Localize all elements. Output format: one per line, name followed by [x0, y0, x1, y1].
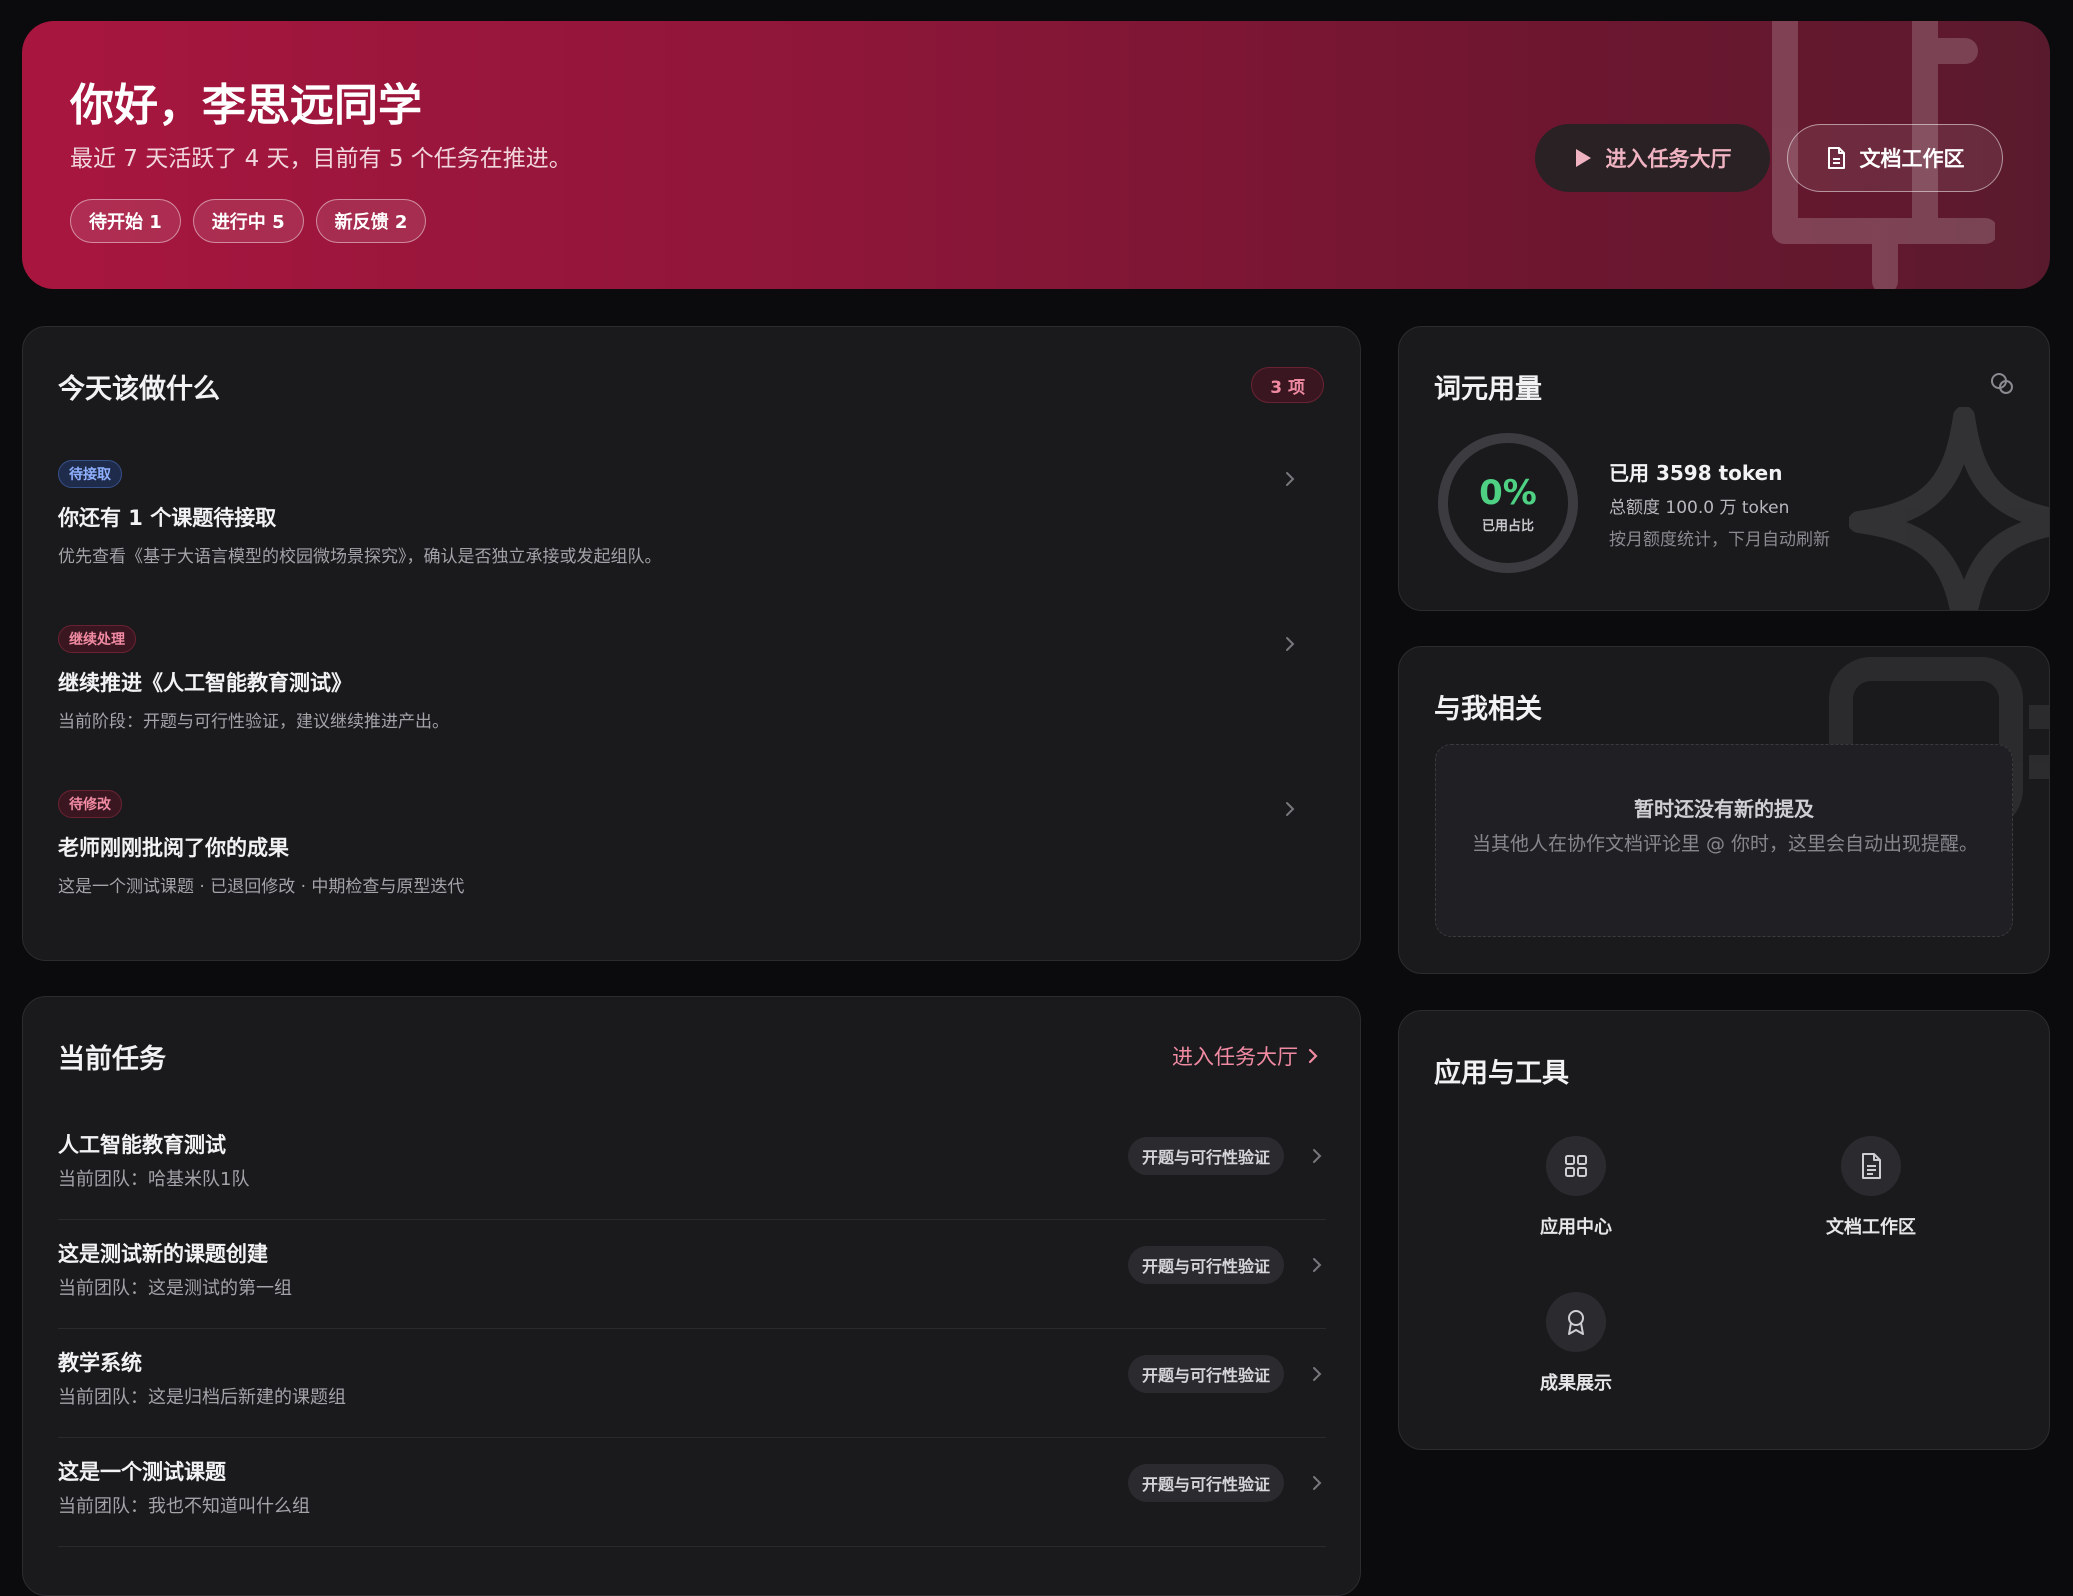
todo-title: 老师刚刚批阅了你的成果 [58, 836, 289, 860]
today-todo-card: 今天该做什么 3 项 待接取 你还有 1 个课题待接取 优先查看《基于大语言模型… [22, 326, 1361, 961]
current-tasks-card: 当前任务 进入任务大厅 人工智能教育测试 当前团队：哈基米队1队 开题与可行性验… [22, 996, 1361, 1596]
phase-badge: 开题与可行性验证 [1127, 1464, 1284, 1502]
todo-tag: 待接取 [58, 460, 122, 488]
empty-state-title: 暂时还没有新的提及 [1634, 797, 1814, 821]
task-row[interactable]: 这是一个测试课题 当前团队：我也不知道叫什么组 开题与可行性验证 [58, 1438, 1326, 1547]
welcome-banner: 你好，李思远同学 最近 7 天活跃了 4 天，目前有 5 个任务在推进。 待开始… [22, 21, 2050, 289]
todo-title: 你还有 1 个课题待接取 [58, 506, 277, 530]
enter-task-hall-button[interactable]: 进入任务大厅 [1535, 124, 1770, 192]
todo-desc: 优先查看《基于大语言模型的校园微场景探究》，确认是否独立承接或发起组队。 [58, 547, 662, 567]
chip-in-progress[interactable]: 进行中 5 [192, 199, 304, 243]
chevron-right-icon [1313, 1476, 1322, 1490]
tool-doc-workspace[interactable]: 文档工作区 [1791, 1136, 1951, 1266]
todo-title: 继续推进《人工智能教育测试》 [58, 671, 352, 695]
tool-label: 文档工作区 [1826, 1217, 1916, 1238]
tokens-note: 按月额度统计，下月自动刷新 [1609, 530, 1830, 550]
phase-badge: 开题与可行性验证 [1127, 1355, 1284, 1393]
tool-achievements[interactable]: 成果展示 [1496, 1292, 1656, 1422]
task-name: 教学系统 [58, 1351, 142, 1375]
tools-title: 应用与工具 [1434, 1058, 1569, 1089]
enter-task-hall-link[interactable]: 进入任务大厅 [1172, 1041, 1320, 1071]
award-icon [1546, 1292, 1606, 1352]
chevron-right-icon [1313, 1367, 1322, 1381]
tool-label: 成果展示 [1540, 1373, 1612, 1394]
task-row[interactable]: 教学系统 当前团队：这是归档后新建的课题组 开题与可行性验证 [58, 1329, 1326, 1438]
empty-state-desc: 当其他人在协作文档评论里 @ 你时，这里会自动出现提醒。 [1471, 833, 1979, 855]
chevron-right-icon [1286, 802, 1295, 816]
tokens-used: 已用 3598 token [1609, 461, 1783, 485]
task-team: 当前团队：这是测试的第一组 [58, 1278, 292, 1299]
todo-tag: 继续处理 [58, 625, 136, 653]
tokens-total: 总额度 100.0 万 token [1609, 498, 1790, 518]
task-row[interactable]: 这是测试新的课题创建 当前团队：这是测试的第一组 开题与可行性验证 [58, 1220, 1326, 1329]
coins-icon[interactable] [1989, 371, 2015, 397]
todo-tag: 待修改 [58, 790, 122, 818]
todo-item[interactable]: 待接取 你还有 1 个课题待接取 优先查看《基于大语言模型的校园微场景探究》，确… [58, 460, 1318, 590]
todo-item[interactable]: 继续处理 继续推进《人工智能教育测试》 当前阶段：开题与可行性验证，建议继续推进… [58, 625, 1318, 755]
tool-app-center[interactable]: 应用中心 [1496, 1136, 1656, 1266]
sparkle-decoration-icon [1849, 407, 2049, 610]
chevron-right-icon [1286, 472, 1295, 486]
chevron-right-icon [1308, 1048, 1318, 1064]
todo-count-badge: 3 项 [1251, 367, 1324, 403]
task-name: 人工智能教育测试 [58, 1133, 226, 1157]
tasks-title: 当前任务 [58, 1044, 166, 1075]
tool-label: 应用中心 [1540, 1217, 1612, 1238]
todo-item[interactable]: 待修改 老师刚刚批阅了你的成果 这是一个测试课题 · 已退回修改 · 中期检查与… [58, 790, 1318, 920]
task-name: 这是一个测试课题 [58, 1460, 226, 1484]
usage-percent-label: 已用占比 [1481, 519, 1534, 534]
related-title: 与我相关 [1434, 694, 1542, 725]
related-to-me-card: 与我相关 暂时还没有新的提及 当其他人在协作文档评论里 @ 你时，这里会自动出现… [1398, 646, 2050, 974]
grid-icon [1546, 1136, 1606, 1196]
greeting-title: 你好，李思远同学 [70, 80, 422, 131]
chip-new-feedback[interactable]: 新反馈 2 [315, 199, 427, 243]
status-chips: 待开始 1 进行中 5 新反馈 2 [70, 199, 427, 243]
task-team: 当前团队：哈基米队1队 [58, 1169, 250, 1190]
chevron-right-icon [1313, 1258, 1322, 1272]
phase-badge: 开题与可行性验证 [1127, 1246, 1284, 1284]
apps-tools-card: 应用与工具 应用中心 文档工作区 成果展示 [1398, 1010, 2050, 1450]
chevron-right-icon [1313, 1149, 1322, 1163]
doc-workspace-label: 文档工作区 [1859, 147, 1965, 171]
task-team: 当前团队：这是归档后新建的课题组 [58, 1387, 346, 1408]
todo-desc: 这是一个测试课题 · 已退回修改 · 中期检查与原型迭代 [58, 877, 465, 897]
document-icon [1827, 147, 1845, 169]
task-name: 这是测试新的课题创建 [58, 1242, 268, 1266]
tasks-link-label: 进入任务大厅 [1172, 1045, 1298, 1069]
task-team: 当前团队：我也不知道叫什么组 [58, 1496, 310, 1517]
task-row[interactable]: 人工智能教育测试 当前团队：哈基米队1队 开题与可行性验证 [58, 1111, 1326, 1220]
token-usage-card: 词元用量 0% 已用占比 已用 3598 token 总额度 100.0 万 t… [1398, 326, 2050, 611]
document-icon [1841, 1136, 1901, 1196]
doc-workspace-button[interactable]: 文档工作区 [1787, 124, 2003, 192]
play-icon [1575, 149, 1591, 167]
chevron-right-icon [1286, 637, 1295, 651]
token-title: 词元用量 [1434, 374, 1542, 405]
enter-task-hall-label: 进入任务大厅 [1605, 147, 1732, 171]
activity-summary: 最近 7 天活跃了 4 天，目前有 5 个任务在推进。 [70, 146, 572, 172]
phase-badge: 开题与可行性验证 [1127, 1137, 1284, 1175]
usage-percent: 0% [1479, 473, 1537, 513]
today-title: 今天该做什么 [58, 374, 220, 405]
empty-state: 暂时还没有新的提及 当其他人在协作文档评论里 @ 你时，这里会自动出现提醒。 [1435, 744, 2013, 937]
todo-desc: 当前阶段：开题与可行性验证，建议继续推进产出。 [58, 712, 449, 732]
chip-pending[interactable]: 待开始 1 [70, 199, 181, 243]
